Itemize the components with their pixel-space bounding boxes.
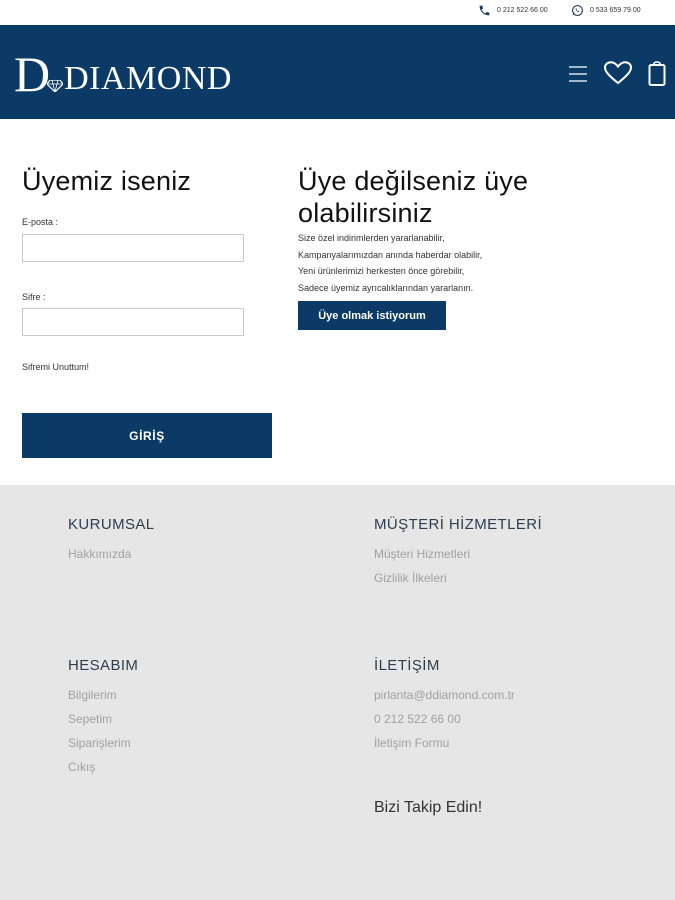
email-input[interactable]	[22, 234, 244, 262]
benefit-item: Size özel indirimlerden yararlanabilir,	[298, 233, 445, 243]
menu-icon[interactable]	[568, 65, 588, 83]
top-contact-bar: 0 212 522 66 00 0 533 659 79 00	[0, 0, 675, 25]
footer-link-phone[interactable]: 0 212 522 66 00	[374, 707, 515, 731]
footer-link-customer-service[interactable]: Müşteri Hizmetleri	[374, 542, 542, 566]
email-label: E-posta :	[22, 217, 59, 227]
site-footer: KURUMSAL Hakkımızda MÜŞTERİ HİZMETLERİ M…	[0, 485, 675, 900]
register-title-line1: Üye değilseniz üye	[298, 166, 529, 196]
site-header: D DIAMOND	[0, 25, 675, 119]
footer-customer-service: MÜŞTERİ HİZMETLERİ Müşteri Hizmetleri Gi…	[374, 516, 542, 590]
phone-icon	[479, 5, 490, 16]
heart-icon[interactable]	[604, 61, 632, 85]
benefit-item: Sadece üyemiz ayrıcalıklarından yararlan…	[298, 282, 474, 293]
footer-link-contact-form[interactable]: İletişim Formu	[374, 731, 515, 755]
footer-heading: İLETİŞİM	[374, 657, 440, 674]
phone-contact[interactable]: 0 212 522 66 00	[478, 4, 548, 17]
footer-link-about[interactable]: Hakkımızda	[68, 542, 155, 566]
footer-link-cart[interactable]: Sepetim	[68, 707, 138, 731]
benefit-item: Yeni ürünlerimizi herkesten önce görebil…	[298, 266, 465, 276]
member-benefits-list: Size özel indirimlerden yararlanabilir, …	[298, 230, 482, 296]
login-title: Üyemiz iseniz	[22, 166, 192, 196]
whatsapp-number: 0 533 659 79 00	[590, 7, 641, 14]
footer-link-orders[interactable]: Siparişlerim	[68, 731, 138, 755]
logo-initial: D	[14, 46, 51, 102]
site-logo[interactable]: D DIAMOND	[14, 46, 232, 102]
footer-heading: HESABIM	[68, 657, 139, 674]
footer-link-profile[interactable]: Bilgilerim	[68, 683, 138, 707]
benefit-item: Kampanyalarımızdan anında haberdar olabi…	[298, 249, 483, 260]
password-input[interactable]	[22, 308, 244, 336]
forgot-password-link[interactable]: Sifremi Unuttum!	[22, 362, 89, 372]
register-title-line2: olabilirsiniz	[298, 198, 433, 228]
footer-link-email[interactable]: pirlanta@ddiamond.com.tr	[374, 683, 515, 707]
footer-contact: İLETİŞİM pirlanta@ddiamond.com.tr 0 212 …	[374, 657, 515, 755]
cart-icon[interactable]	[648, 61, 666, 87]
password-label: Sifre :	[22, 292, 46, 302]
whatsapp-contact[interactable]: 0 533 659 79 00	[571, 4, 641, 17]
follow-us-heading: Bizi Takip Edin!	[374, 799, 483, 816]
diamond-icon	[47, 80, 64, 92]
footer-account: HESABIM Bilgilerim Sepetim Siparişlerim …	[68, 657, 138, 779]
footer-heading: MÜŞTERİ HİZMETLERİ	[374, 516, 543, 533]
login-button[interactable]: GİRİŞ	[22, 413, 272, 458]
footer-link-privacy[interactable]: Gizlilik İlkeleri	[374, 566, 542, 590]
footer-corporate: KURUMSAL Hakkımızda	[68, 516, 155, 566]
logo-text: DIAMOND	[64, 60, 232, 97]
footer-link-logout[interactable]: Cıkış	[68, 755, 138, 779]
phone-number: 0 212 522 66 00	[497, 7, 548, 14]
footer-heading: KURUMSAL	[68, 516, 155, 533]
whatsapp-icon	[572, 5, 583, 16]
account-section: Üyemiz iseniz E-posta : Sifre : Sifremi …	[0, 119, 675, 485]
become-member-button[interactable]: Üye olmak istiyorum	[298, 301, 446, 330]
